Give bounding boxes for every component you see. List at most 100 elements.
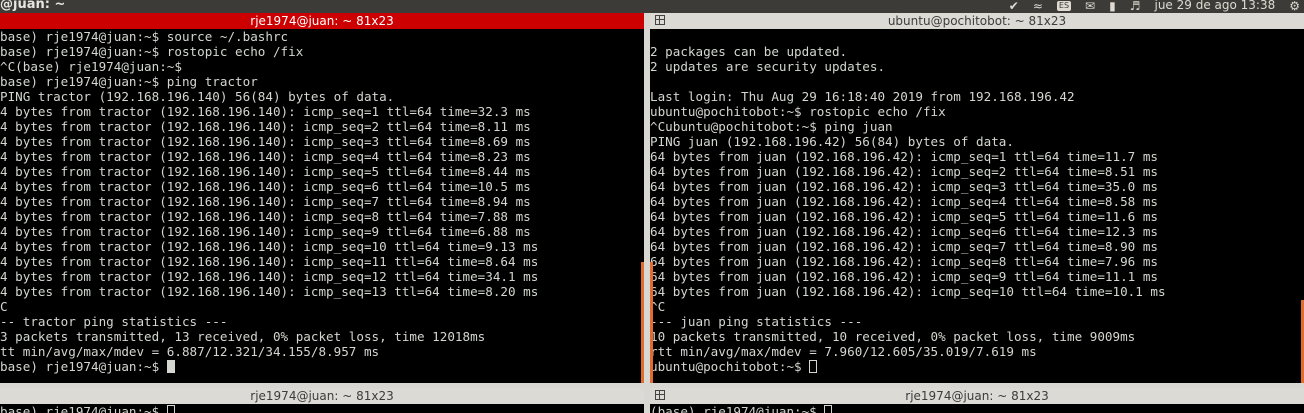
terminal-line: 64 bytes from juan (192.168.196.42): icm… (650, 254, 1304, 269)
terminal-line: 4 bytes from tractor (192.168.196.140): … (0, 164, 644, 179)
terminal-line-text: -- tractor ping statistics --- (0, 314, 228, 329)
terminal-line-text: 4 bytes from tractor (192.168.196.140): … (0, 209, 531, 224)
terminal-line: 64 bytes from juan (192.168.196.42): icm… (650, 239, 1304, 254)
terminal-line-text: rtt min/avg/max/mdev = 7.960/12.605/35.0… (650, 344, 1037, 359)
terminal-line: 64 bytes from juan (192.168.196.42): icm… (650, 209, 1304, 224)
battery-icon[interactable]: ▮ (1109, 0, 1116, 12)
terminal-line: 4 bytes from tractor (192.168.196.140): … (0, 149, 644, 164)
terminal-line-text: 4 bytes from tractor (192.168.196.140): … (0, 179, 531, 194)
terminal-output[interactable]: 2 packages can be updated. 2 updates are … (650, 29, 1304, 383)
dropbox-icon[interactable]: ✔ (1009, 0, 1019, 12)
pane-title: rje1974@juan: ~ 81x23 (250, 389, 394, 403)
terminal-cursor (166, 405, 175, 413)
pane-title: rje1974@juan: ~ 81x23 (250, 14, 394, 28)
terminal-line-text: 64 bytes from juan (192.168.196.42): icm… (650, 254, 1158, 269)
terminal-line-text: 4 bytes from tractor (192.168.196.140): … (0, 269, 539, 284)
terminal-line: 4 bytes from tractor (192.168.196.140): … (0, 134, 644, 149)
indicator-area: ✔ ≈ ES ✉ ▮ ♬ jue 29 de ago 13:38 ⚙ (1009, 0, 1300, 12)
split-icon[interactable] (655, 15, 665, 25)
terminal-line-text: 64 bytes from juan (192.168.196.42): icm… (650, 209, 1158, 224)
terminal-line: ^C(base) rje1974@juan:~$ (0, 59, 644, 74)
terminal-line: 64 bytes from juan (192.168.196.42): icm… (650, 149, 1304, 164)
terminal-line-text: 64 bytes from juan (192.168.196.42): icm… (650, 239, 1158, 254)
terminal-line-text: ^Cubuntu@pochitobot:~$ ping juan (650, 119, 893, 134)
terminal-line: 4 bytes from tractor (192.168.196.140): … (0, 104, 644, 119)
terminal-line-text: base) rje1974@juan:~$ source ~/.bashrc (0, 29, 289, 44)
terminal-output[interactable]: (base) rje1974@juan:~$ (650, 404, 1304, 413)
terminal-line-text: 2 packages can be updated. (650, 44, 848, 59)
terminal-line-text: Last login: Thu Aug 29 16:18:40 2019 fro… (650, 89, 1075, 104)
terminal-line: 4 bytes from tractor (192.168.196.140): … (0, 284, 644, 299)
terminal-line-text: (base) rje1974@juan:~$ (650, 404, 825, 413)
volume-icon[interactable]: ♬ (1130, 0, 1141, 12)
gear-icon[interactable]: ⚙ (1289, 0, 1300, 12)
terminal-line-text: PING tractor (192.168.196.140) 56(84) by… (0, 89, 395, 104)
terminal-line-text: 64 bytes from juan (192.168.196.42): icm… (650, 269, 1158, 284)
terminal-line-text: 4 bytes from tractor (192.168.196.140): … (0, 134, 531, 149)
terminal-line: 64 bytes from juan (192.168.196.42): icm… (650, 269, 1304, 284)
terminal-line-text: --- juan ping statistics --- (650, 314, 863, 329)
terminal-line-text: 3 packets transmitted, 13 received, 0% p… (0, 329, 486, 344)
terminal-line-text: PING juan (192.168.196.42) 56(84) bytes … (650, 134, 1014, 149)
terminal-line: 64 bytes from juan (192.168.196.42): icm… (650, 194, 1304, 209)
terminal-line: rtt min/avg/max/mdev = 7.960/12.605/35.0… (650, 344, 1304, 359)
terminal-line: ubuntu@pochitobot:~$ rostopic echo /fix (650, 104, 1304, 119)
terminal-line: ^C (650, 299, 1304, 314)
terminal-cursor (809, 360, 818, 373)
terminal-line-text: 4 bytes from tractor (192.168.196.140): … (0, 224, 531, 239)
terminal-line: 4 bytes from tractor (192.168.196.140): … (0, 179, 644, 194)
terminal-line-text: 64 bytes from juan (192.168.196.42): icm… (650, 179, 1158, 194)
terminal-line-text: 64 bytes from juan (192.168.196.42): icm… (650, 224, 1158, 239)
terminal-line-text: 10 packets transmitted, 10 received, 0% … (650, 329, 1136, 344)
pane-title-bar[interactable]: rje1974@juan: ~ 81x23 (0, 388, 644, 404)
terminal-line: 4 bytes from tractor (192.168.196.140): … (0, 119, 644, 134)
terminal-line-text: tt min/avg/max/mdev = 6.887/12.321/34.15… (0, 344, 380, 359)
terminal-line-text: base) rje1974@juan:~$ ping tractor (0, 74, 258, 89)
top-panel: @juan: ~ ✔ ≈ ES ✉ ▮ ♬ jue 29 de ago 13:3… (0, 0, 1304, 13)
terminal-line: Last login: Thu Aug 29 16:18:40 2019 fro… (650, 89, 1304, 104)
scrollbar[interactable] (650, 262, 653, 383)
terminal-line-text: base) rje1974@juan:~$ (0, 404, 167, 413)
terminal-line: 4 bytes from tractor (192.168.196.140): … (0, 224, 644, 239)
terminal-pane-top-left[interactable]: rje1974@juan: ~ 81x23 base) rje1974@juan… (0, 13, 644, 383)
terminal-line: base) rje1974@juan:~$ (0, 404, 644, 413)
terminal-output[interactable]: base) rje1974@juan:~$ source ~/.bashrc ba… (0, 29, 644, 383)
terminal-line: PING tractor (192.168.196.140) 56(84) by… (0, 89, 644, 104)
mail-icon[interactable]: ✉ (1085, 0, 1095, 12)
terminal-line-text: 4 bytes from tractor (192.168.196.140): … (0, 119, 531, 134)
terminal-pane-bottom-right[interactable]: rje1974@juan: ~ 81x23 (base) rje1974@jua… (650, 388, 1304, 413)
wifi-icon[interactable]: ≈ (1033, 0, 1043, 12)
terminal-line: 4 bytes from tractor (192.168.196.140): … (0, 239, 644, 254)
terminal-line: 4 bytes from tractor (192.168.196.140): … (0, 254, 644, 269)
terminal-line: 4 bytes from tractor (192.168.196.140): … (0, 269, 644, 284)
pane-title: ubuntu@pochitobot: ~ 81x23 (887, 14, 1067, 28)
terminal-line: 64 bytes from juan (192.168.196.42): icm… (650, 164, 1304, 179)
terminal-line: 64 bytes from juan (192.168.196.42): icm… (650, 284, 1304, 299)
terminal-line-text: 64 bytes from juan (192.168.196.42): icm… (650, 284, 1166, 299)
terminal-line: base) rje1974@juan:~$ (0, 359, 644, 374)
terminal-line-text: 4 bytes from tractor (192.168.196.140): … (0, 284, 539, 299)
pane-title-bar[interactable]: ubuntu@pochitobot: ~ 81x23 (650, 13, 1304, 29)
terminal-line: base) rje1974@juan:~$ source ~/.bashrc (0, 29, 644, 44)
terminal-pane-top-right[interactable]: ubuntu@pochitobot: ~ 81x23 2 packages ca… (650, 13, 1304, 383)
terminal-line: C (0, 299, 644, 314)
terminal-output[interactable]: base) rje1974@juan:~$ (0, 404, 644, 413)
terminal-line-text: 4 bytes from tractor (192.168.196.140): … (0, 194, 531, 209)
clock[interactable]: jue 29 de ago 13:38 (1154, 0, 1275, 12)
terminal-line-text: ubuntu@pochitobot:~$ rostopic echo /fix (650, 104, 946, 119)
terminal-line: 2 updates are security updates. (650, 59, 1304, 74)
terminal-line-text: C (0, 299, 8, 314)
terminal-cursor (824, 405, 833, 413)
split-icon[interactable] (655, 390, 665, 400)
keyboard-layout-indicator[interactable]: ES (1056, 0, 1072, 11)
terminal-line: 10 packets transmitted, 10 received, 0% … (650, 329, 1304, 344)
pane-title-bar[interactable]: rje1974@juan: ~ 81x23 (0, 13, 644, 29)
terminal-line-text: base) rje1974@juan:~$ rostopic echo /fix (0, 44, 304, 59)
terminal-pane-bottom-left[interactable]: rje1974@juan: ~ 81x23 base) rje1974@juan… (0, 388, 644, 413)
terminal-cursor (166, 360, 175, 373)
terminal-line: PING juan (192.168.196.42) 56(84) bytes … (650, 134, 1304, 149)
terminal-line-text: 4 bytes from tractor (192.168.196.140): … (0, 104, 531, 119)
terminal-line-text: base) rje1974@juan:~$ (0, 359, 167, 374)
pane-title-bar[interactable]: rje1974@juan: ~ 81x23 (650, 388, 1304, 404)
